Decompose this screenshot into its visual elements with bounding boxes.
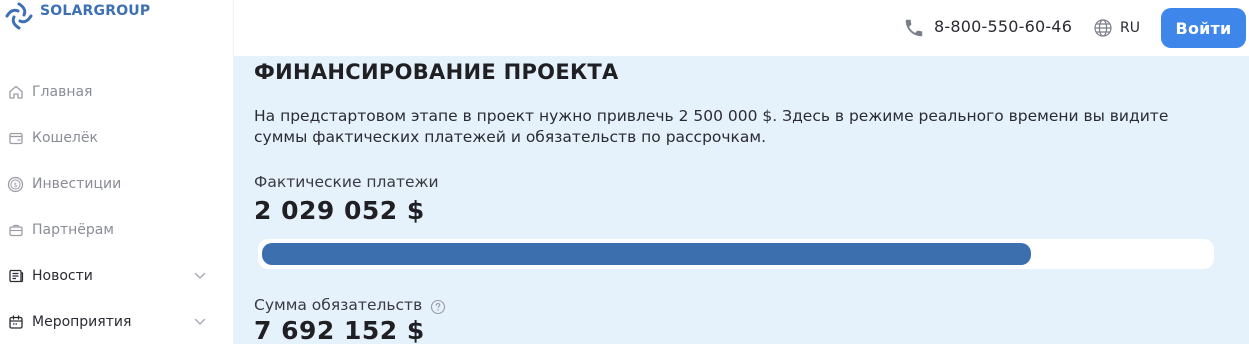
wallet-icon <box>7 130 24 147</box>
financing-panel: ФИНАНСИРОВАНИЕ ПРОЕКТА На предстартовом … <box>234 56 1249 344</box>
actual-payments-label: Фактические платежи <box>254 173 439 191</box>
sidebar-item-label: Партнёрам <box>32 222 114 238</box>
sidebar: SOLARGROUP Главная Кошелёк $ Инвестиции <box>0 0 234 344</box>
sidebar-item-label: Кошелёк <box>32 130 98 146</box>
calendar-icon <box>7 314 24 331</box>
coin-icon: $ <box>7 176 24 193</box>
sidebar-item-label: Новости <box>32 268 93 284</box>
sidebar-item-news[interactable]: Новости <box>0 253 234 299</box>
app-root: SOLARGROUP Главная Кошелёк $ Инвестиции <box>0 0 1249 344</box>
chevron-down-icon[interactable] <box>194 272 206 280</box>
sidebar-item-investments[interactable]: $ Инвестиции <box>0 161 234 207</box>
briefcase-icon <box>7 222 24 239</box>
language-selector[interactable]: RU <box>1120 20 1140 36</box>
globe-icon[interactable] <box>1093 18 1113 38</box>
newspaper-icon <box>7 268 24 285</box>
funding-progress-bar <box>258 239 1214 269</box>
brand-name: SOLARGROUP <box>40 3 151 19</box>
help-icon[interactable] <box>430 299 446 315</box>
actual-payments-value: 2 029 052 $ <box>254 196 425 225</box>
obligations-label-row: Сумма обязательств <box>254 295 446 315</box>
logo[interactable]: SOLARGROUP <box>4 0 150 32</box>
login-button[interactable]: Войти <box>1161 8 1246 48</box>
sidebar-item-label: Инвестиции <box>32 176 122 192</box>
top-header: 8-800-550-60-46 RU Войти <box>234 0 1249 56</box>
page-title: ФИНАНСИРОВАНИЕ ПРОЕКТА <box>254 60 619 84</box>
funding-progress-fill <box>262 243 1031 265</box>
home-icon <box>7 84 24 101</box>
svg-text:$: $ <box>13 181 17 189</box>
sidebar-item-events[interactable]: Мероприятия <box>0 299 234 344</box>
phone-link[interactable]: 8-800-550-60-46 <box>934 17 1072 36</box>
chevron-down-icon[interactable] <box>194 318 206 326</box>
sidebar-item-label: Мероприятия <box>32 314 132 330</box>
obligations-value: 7 692 152 $ <box>254 316 425 344</box>
sidebar-nav: Главная Кошелёк $ Инвестиции Партнёрам Н… <box>0 69 234 344</box>
sidebar-item-home[interactable]: Главная <box>0 69 234 115</box>
phone-icon <box>905 19 923 37</box>
financing-description: На предстартовом этапе в проект нужно пр… <box>254 107 1169 146</box>
sidebar-item-wallet[interactable]: Кошелёк <box>0 115 234 161</box>
logo-mark-icon <box>5 2 33 30</box>
sidebar-item-partners[interactable]: Партнёрам <box>0 207 234 253</box>
obligations-label: Сумма обязательств <box>254 296 423 314</box>
sidebar-item-label: Главная <box>32 84 93 100</box>
